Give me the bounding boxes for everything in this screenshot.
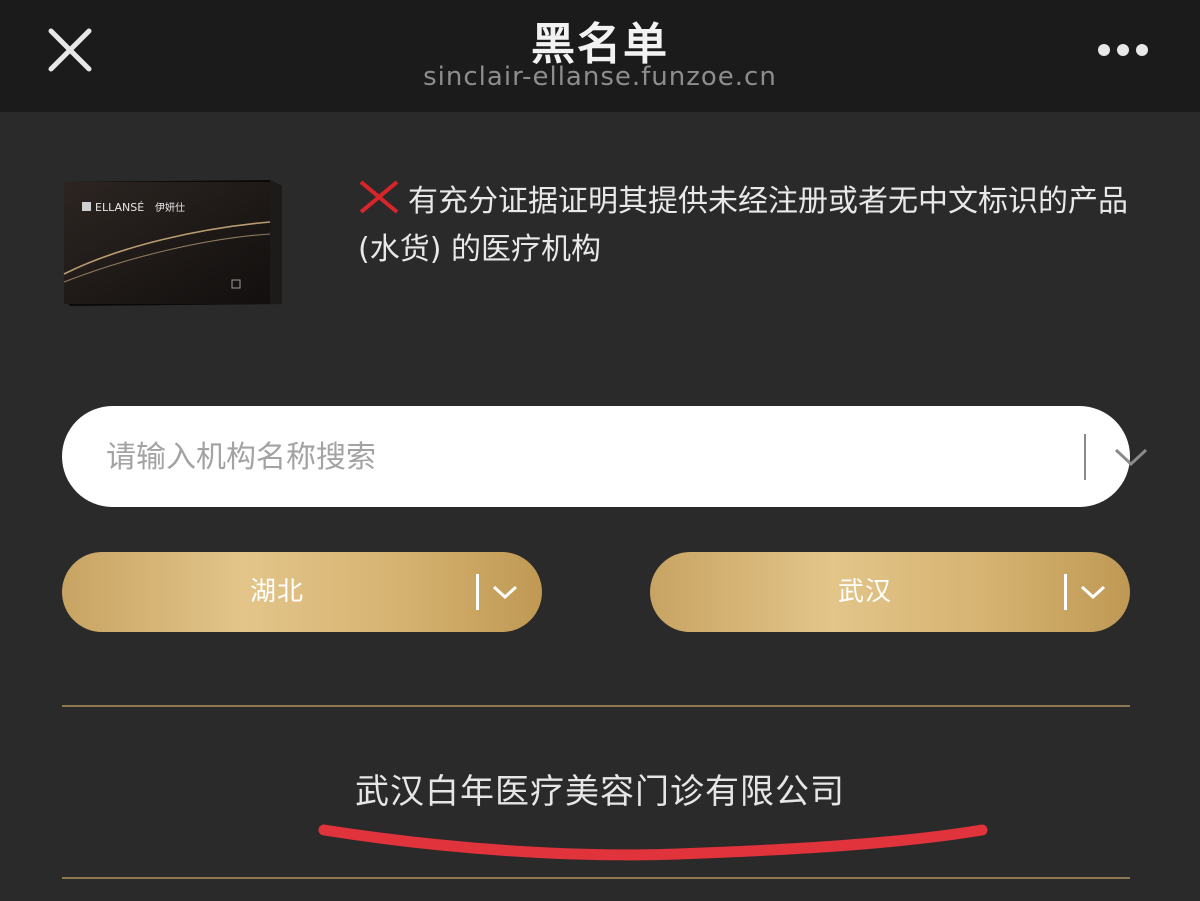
chevron-down-icon[interactable] (490, 580, 520, 604)
chevron-down-icon[interactable] (1078, 580, 1108, 604)
list-item: 武汉白年医疗美容门诊有限公司 (355, 772, 845, 812)
province-divider (476, 574, 479, 610)
top-bar: 黑名单 sinclair-ellanse.funzoe.cn (0, 0, 1200, 112)
svg-text:ELLANSÉ: ELLANSÉ (95, 201, 144, 214)
svg-text:伊妍仕: 伊妍仕 (155, 201, 185, 214)
search-box[interactable] (62, 406, 1148, 507)
blacklist-notice: 有充分证据证明其提供未经注册或者无中文标识的产品 (水货) 的医疗机构 (358, 178, 1148, 274)
search-input[interactable] (104, 428, 1008, 486)
page-url: sinclair-ellanse.funzoe.cn (423, 62, 777, 92)
red-underline-annotation (318, 824, 988, 861)
city-value: 武汉 (837, 577, 892, 607)
search-divider (1084, 434, 1086, 480)
list-divider-top (62, 705, 1130, 707)
more-options-icon[interactable] (1090, 30, 1160, 70)
city-select[interactable]: 武汉 (650, 552, 1130, 632)
province-select[interactable]: 湖北 (62, 552, 542, 632)
list-divider-bottom (62, 877, 1130, 879)
province-value: 湖北 (249, 577, 304, 607)
red-cross-icon (359, 180, 399, 214)
city-divider (1064, 574, 1067, 610)
notice-text: 有充分证据证明其提供未经注册或者无中文标识的产品 (水货) 的医疗机构 (358, 184, 1128, 267)
chevron-down-icon[interactable] (1106, 440, 1156, 474)
product-box-image: ELLANSÉ 伊妍仕 (63, 180, 282, 306)
